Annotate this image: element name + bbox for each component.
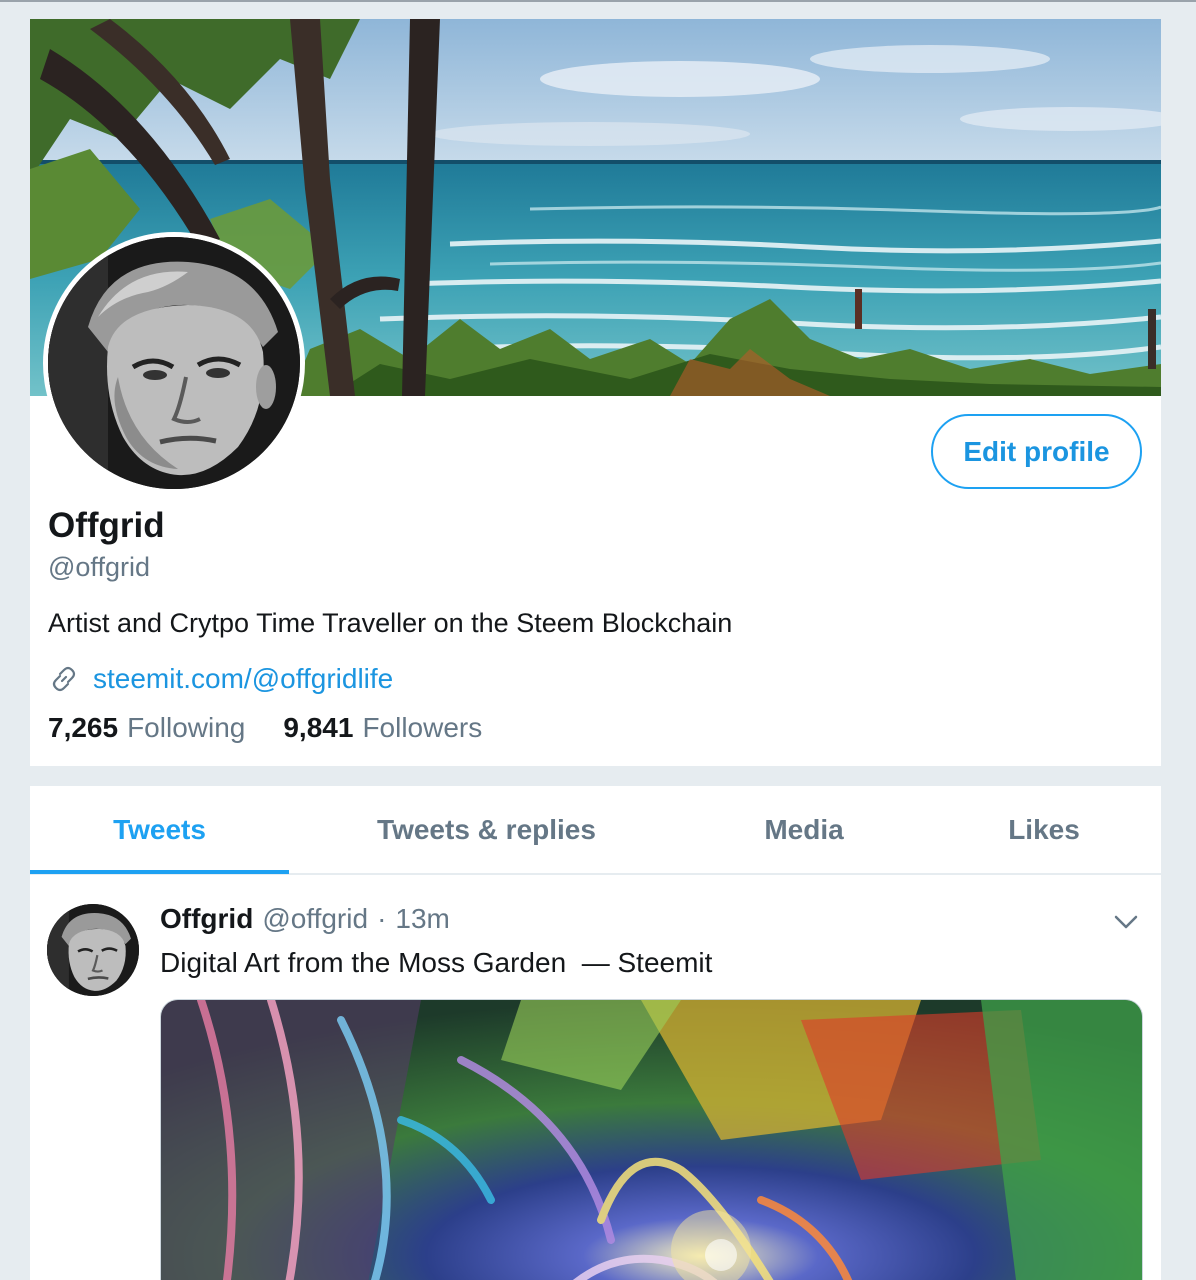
profile-avatar[interactable] [48,237,300,489]
following-count: 7,265 [48,712,119,743]
profile-display-name: Offgrid [48,506,165,545]
followers-label: Followers [362,712,483,743]
active-tab-indicator [30,870,289,874]
profile-handle: @offgrid [48,552,150,582]
tweet-media-image[interactable] [160,999,1143,1280]
profile-tabs: Tweets Tweets & replies Media Likes [30,786,1161,875]
profile-card: Edit profile Offgrid @offgrid Artist and… [30,19,1161,766]
profile-website: steemit.com/@offgridlife [48,661,393,697]
profile-website-link[interactable]: steemit.com/@offgridlife [93,663,393,695]
tweet-author-handle[interactable]: @offgrid [262,903,368,935]
tab-tweets[interactable]: Tweets [30,786,289,873]
tweet-timestamp[interactable]: 13m [395,903,449,935]
tab-likes[interactable]: Likes [924,786,1161,873]
following-stat[interactable]: 7,265 Following [48,712,245,744]
followers-stat[interactable]: 9,841 Followers [283,712,482,744]
tweet-text: Digital Art from the Moss Garden — Steem… [160,947,713,978]
tweet-author-name[interactable]: Offgrid [160,903,253,935]
tweet-author-avatar[interactable] [47,904,139,996]
profile-stats: 7,265 Following 9,841 Followers [48,712,520,744]
tab-media[interactable]: Media [684,786,924,873]
chevron-down-icon[interactable] [1112,908,1140,936]
following-label: Following [127,712,246,743]
window-top-border [0,0,1196,2]
followers-count: 9,841 [283,712,354,743]
tweet[interactable]: Offgrid @offgrid · 13m Digital Art from … [30,875,1161,1280]
timeline-card: Tweets Tweets & replies Media Likes Offg… [30,786,1161,1280]
tweet-header: Offgrid @offgrid · 13m [160,903,450,935]
tab-tweets-and-replies[interactable]: Tweets & replies [289,786,684,873]
tweet-separator: · [377,903,387,934]
profile-bio: Artist and Crytpo Time Traveller on the … [48,608,733,638]
link-icon [52,666,76,692]
edit-profile-button[interactable]: Edit profile [931,414,1142,489]
